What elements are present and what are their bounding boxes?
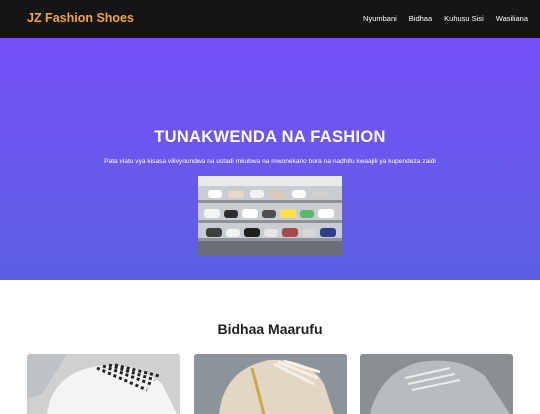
nav-link-about[interactable]: Kuhusu Sisi [444, 14, 484, 23]
nav-links: Nyumbani Bidhaa Kuhusu Sisi Wasiliana [351, 14, 528, 23]
white-sneaker-image [27, 354, 180, 414]
product-card[interactable] [194, 354, 347, 414]
product-card[interactable] [27, 354, 180, 414]
grey-suede-shoe-image [360, 354, 513, 414]
hero-subtitle: Pata viatu vya kisasa vilivyoundwa na us… [104, 158, 436, 165]
navbar: JZ Fashion Shoes Nyumbani Bidhaa Kuhusu … [0, 0, 540, 38]
hero-title: TUNAKWENDA NA FASHION [154, 128, 386, 146]
nav-link-products[interactable]: Bidhaa [409, 14, 432, 23]
beige-sneaker-image [194, 354, 347, 414]
nav-link-home[interactable]: Nyumbani [363, 14, 397, 23]
hero-section: TUNAKWENDA NA FASHION Pata viatu vya kis… [0, 38, 540, 280]
product-card[interactable] [360, 354, 513, 414]
hero-shoe-shelf-image [198, 176, 342, 256]
brand-logo[interactable]: JZ Fashion Shoes [27, 11, 134, 25]
nav-link-contact[interactable]: Wasiliana [496, 14, 528, 23]
featured-products-title: Bidhaa Maarufu [217, 321, 323, 337]
